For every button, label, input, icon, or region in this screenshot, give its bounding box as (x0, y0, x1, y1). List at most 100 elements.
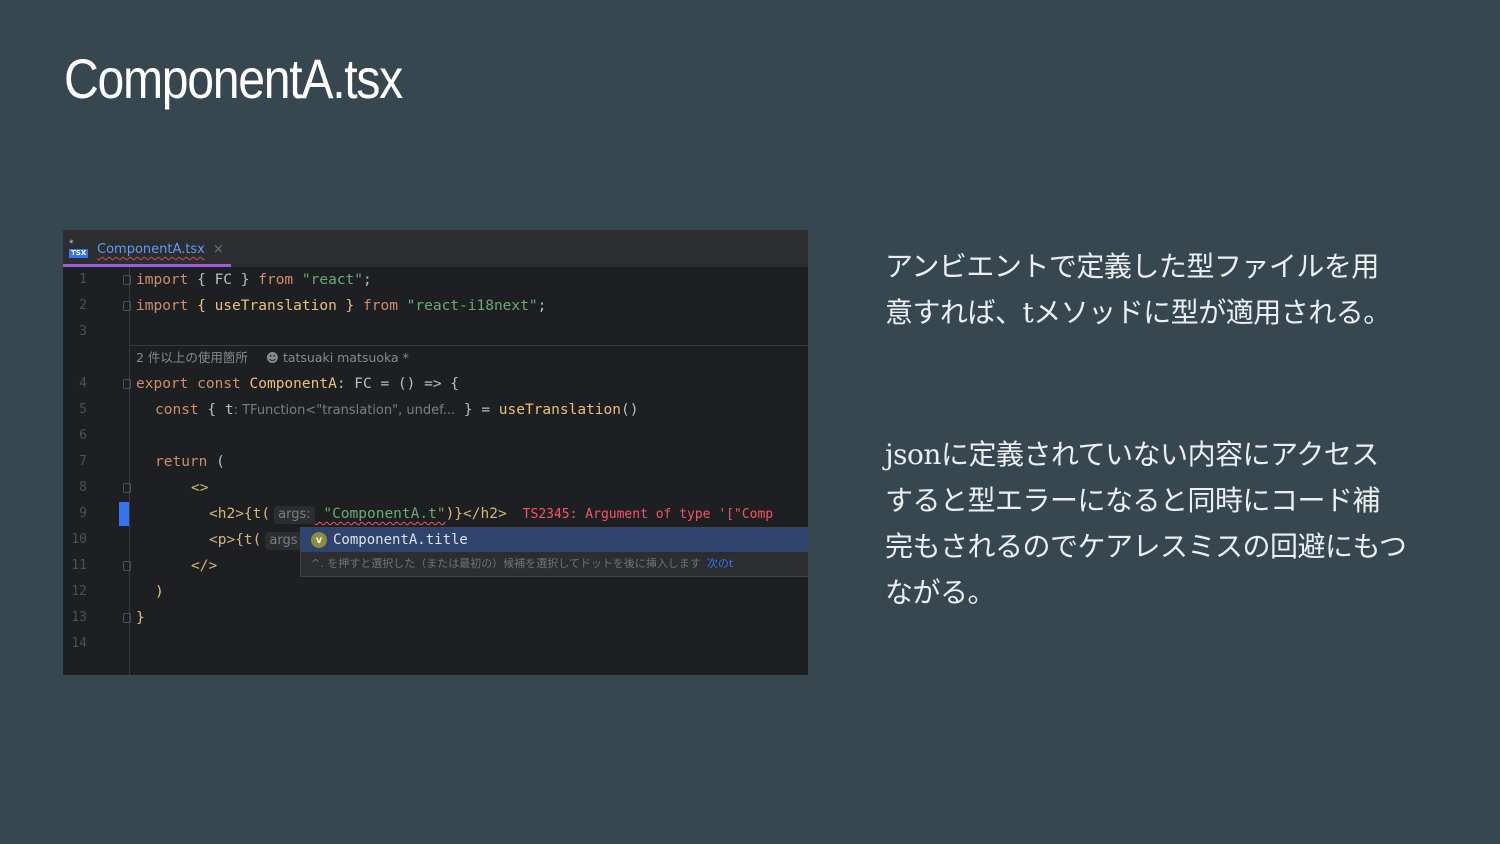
code-plain: { FC } (188, 272, 259, 288)
keyword: export (136, 376, 189, 392)
line-number: 12 (71, 584, 87, 599)
jsx-tag: )}</h2> (445, 506, 507, 522)
keyword: import (136, 298, 189, 314)
fold-icon[interactable] (123, 301, 131, 311)
line-number: 6 (79, 428, 87, 443)
line-number: 4 (79, 376, 87, 391)
component-name: ComponentA (240, 376, 337, 392)
code-plain: ( (207, 454, 225, 470)
description-paragraph-2: jsonに定義されていない内容にアクセス すると型エラーになると同時にコード補 … (885, 432, 1460, 616)
code-plain: ; (363, 272, 372, 288)
completion-label[interactable]: ComponentA.title (333, 532, 468, 548)
code-plain: ) (155, 584, 164, 600)
completion-popup: v ComponentA.title ^. を押すと選択した（または最初の）候補… (300, 527, 808, 577)
jsx-tag: <h2>{t( (209, 506, 271, 522)
tsx-file-icon: * TSX (69, 238, 91, 260)
modified-star: * (69, 238, 74, 249)
keyword: const (188, 376, 241, 392)
tab-componenta[interactable]: * TSX ComponentA.tsx × (63, 235, 231, 267)
line-number: 14 (71, 636, 87, 651)
code-text: <p>{t(args (209, 527, 302, 553)
slide-title: ComponentA.tsx (64, 47, 403, 110)
param-hint: args (265, 532, 302, 550)
line-number: 5 (79, 402, 87, 417)
keyword: from (363, 298, 398, 314)
keyword: return (155, 454, 208, 470)
code-line[interactable]: 7 return ( (63, 449, 808, 475)
code-text: import { useTranslation } from "react-i1… (136, 293, 546, 319)
line-number: 13 (71, 610, 87, 625)
code-text: const { t: TFunction<"translation", unde… (155, 397, 638, 424)
code-text: import { FC } from "react"; (136, 267, 372, 293)
code-line[interactable]: 8 <> (63, 475, 808, 501)
code-plain: } (136, 610, 145, 626)
variable: t (224, 402, 234, 418)
line-number: 9 (79, 506, 87, 521)
code-line[interactable]: 14 (63, 631, 808, 657)
line-number: 11 (71, 558, 87, 573)
code-line[interactable]: 4 export const ComponentA: FC = () => { (63, 371, 808, 397)
editor-tab-bar: * TSX ComponentA.tsx × (63, 230, 808, 267)
code-text: <h2>{t(args: "ComponentA.t")}</h2> TS2345… (209, 501, 773, 528)
type-hint: : TFunction<"translation", undef... (233, 403, 456, 418)
code-text: export const ComponentA: FC = () => { (136, 371, 459, 397)
code-text: return ( (155, 449, 225, 475)
code-line[interactable]: 9 <h2>{t(args: "ComponentA.t")}</h2> TS23… (63, 501, 808, 527)
line-number: 10 (71, 532, 87, 547)
fold-icon[interactable] (123, 379, 131, 389)
jsx-fragment: </> (191, 558, 218, 574)
description-paragraph-1: アンビエントで定義した型ファイルを用 意すれば、tメソッドに型が適用される。 (885, 244, 1460, 336)
code-text: } (136, 605, 145, 631)
keyword: from (258, 272, 294, 288)
line-number: 3 (79, 324, 87, 339)
usage-count[interactable]: 2 件以上の使用箇所 (136, 350, 248, 365)
code-plain: { (198, 402, 225, 418)
completion-item[interactable]: v ComponentA.title (301, 528, 808, 552)
fold-icon[interactable] (123, 613, 131, 623)
line-number: 7 (79, 454, 87, 469)
code-line[interactable]: 5 const { t: TFunction<"translation", un… (63, 397, 808, 423)
function-call: useTranslation (498, 402, 621, 418)
code-line[interactable]: 1 import { FC } from "react"; (63, 267, 808, 293)
param-hint: args: (274, 506, 315, 524)
fold-icon[interactable] (123, 561, 131, 571)
string-literal: "react-i18next" (397, 298, 538, 314)
keyword: const (155, 402, 199, 418)
code-text: </> (191, 553, 217, 579)
fold-icon[interactable] (123, 483, 131, 493)
person-icon: ☻ (265, 350, 279, 365)
string-literal: "react" (293, 272, 363, 288)
code-line[interactable]: 2 import { useTranslation } from "react-… (63, 293, 808, 319)
string-literal: "ComponentA.t" (314, 506, 446, 522)
text-line: 意すれば、tメソッドに型が適用される。 (885, 296, 1391, 329)
tsx-badge: TSX (69, 248, 89, 258)
code-plain: { useTranslation } (188, 298, 363, 314)
code-text: <> (191, 475, 208, 501)
author-name[interactable]: tatsuaki matsuoka * (283, 350, 409, 365)
code-plain: () (621, 402, 639, 418)
code-line[interactable]: 12 ) (63, 579, 808, 605)
line-number: 2 (79, 298, 87, 313)
line-number: 1 (79, 272, 87, 287)
code-text: ) (155, 579, 164, 605)
code-line[interactable]: 3 (63, 319, 808, 345)
close-icon[interactable]: × (213, 242, 224, 257)
error-message: TS2345: Argument of type '["Comp (522, 507, 774, 522)
code-plain: : FC = () => { (336, 376, 460, 392)
completion-next-link[interactable]: 次のt (707, 557, 733, 570)
completion-footer: ^. を押すと選択した（または最初の）候補を選択してドットを後に挿入します 次のt (311, 553, 733, 575)
text-line: 完もされるのでケアレスミスの回避にもつ (885, 530, 1407, 563)
usage-hint[interactable]: 2 件以上の使用箇所 ☻ tatsuaki matsuoka * (136, 345, 409, 371)
code-line[interactable]: 6 (63, 423, 808, 449)
code-plain: ; (537, 298, 547, 314)
jsx-fragment: <> (191, 480, 209, 496)
text-line: jsonに定義されていない内容にアクセス (885, 438, 1379, 471)
jsx-tag: <p>{t( (209, 532, 262, 548)
text-line: アンビエントで定義した型ファイルを用 (885, 250, 1379, 283)
text-line: すると型エラーになると同時にコード補 (885, 484, 1381, 517)
tab-label[interactable]: ComponentA.tsx (97, 242, 205, 257)
text-line: ながる。 (885, 576, 996, 609)
completion-footer-text: ^. を押すと選択した（または最初の）候補を選択してドットを後に挿入します (311, 557, 701, 570)
fold-icon[interactable] (123, 275, 131, 285)
code-line[interactable]: 13 } (63, 605, 808, 631)
